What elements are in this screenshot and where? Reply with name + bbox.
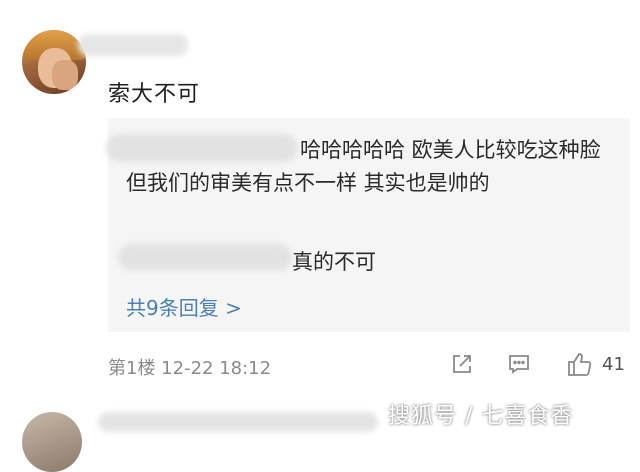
watermark: 搜狐号 / 七喜食香 [388, 404, 574, 429]
reply-username-redacted [118, 244, 292, 270]
username-redacted [78, 34, 188, 56]
comment-icon[interactable] [507, 352, 531, 376]
reply-text: 哈哈哈哈哈 欧美人比较吃这种脸 但我们的审美有点不一样 其实也是帅的 [126, 138, 601, 195]
reply-text: 真的不可 [292, 250, 376, 274]
comment-text: 索大不可 [108, 82, 201, 107]
avatar[interactable] [22, 412, 82, 472]
avatar-hand [52, 60, 78, 90]
more-replies-link[interactable]: 共9条回复 > [126, 292, 242, 321]
share-icon[interactable] [450, 352, 474, 376]
username-redacted [98, 412, 378, 432]
avatar[interactable] [22, 30, 86, 94]
thumbs-up-icon[interactable] [566, 350, 594, 378]
like-count: 41 [602, 354, 625, 375]
floor-timestamp: 第1楼 12-22 18:12 [108, 358, 272, 379]
